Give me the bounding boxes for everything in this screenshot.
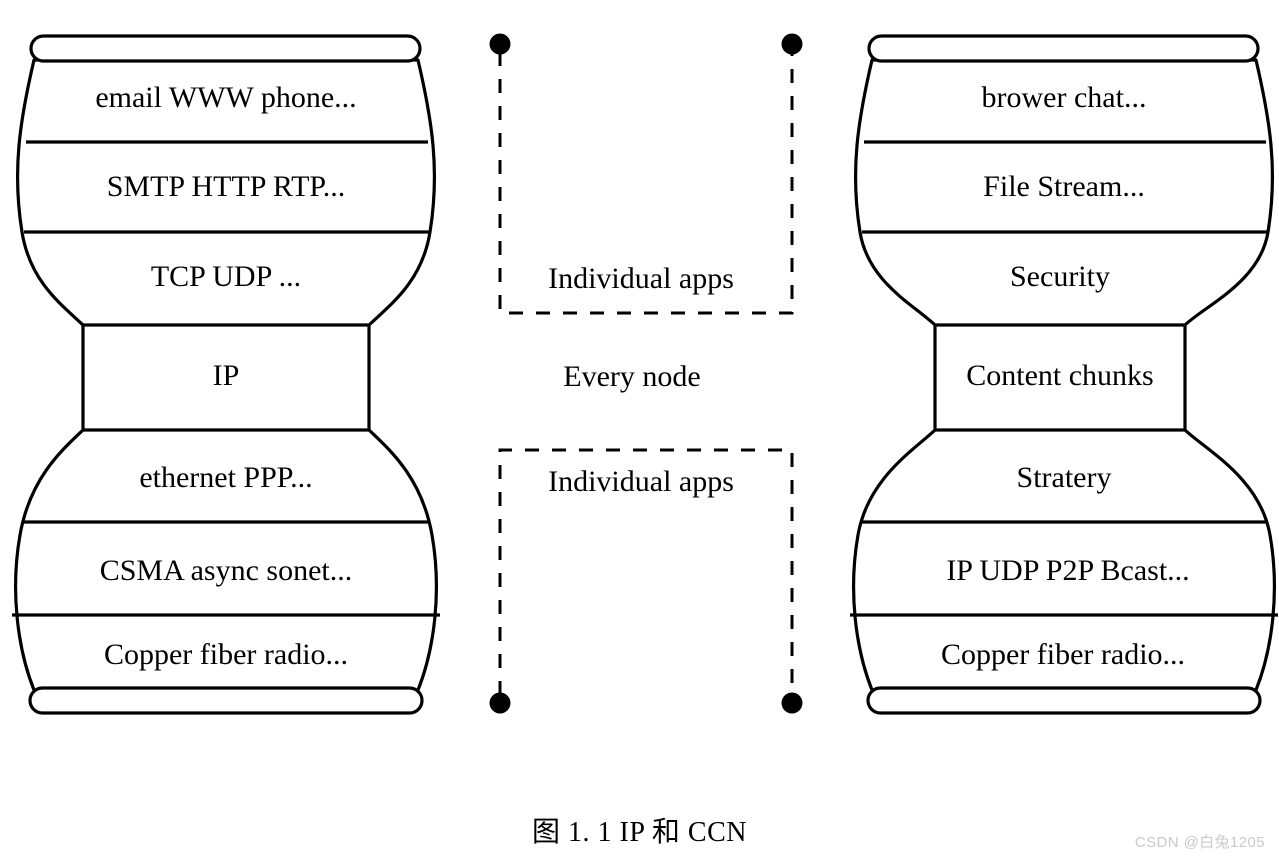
middle-annotations: Individual apps Every node Individual ap…: [489, 33, 803, 714]
csdn-watermark: CSDN @白兔1205: [1134, 834, 1265, 851]
right-layer-label-5: Stratery: [1017, 461, 1112, 494]
left-bottom-cap: [28, 686, 424, 715]
right-hourglass: brower chat... File Stream... Security C…: [850, 34, 1278, 715]
left-hourglass: email WWW phone... SMTP HTTP RTP... TCP …: [12, 34, 440, 715]
right-layer-label-7: Copper fiber radio...: [941, 638, 1185, 671]
right-layer-label-1: brower chat...: [982, 81, 1147, 114]
top-bracket-label: Individual apps: [548, 262, 734, 295]
left-layer-label-6: CSMA async sonet...: [100, 554, 353, 587]
left-layer-label-7: Copper fiber radio...: [104, 638, 348, 671]
bottom-bracket-dot-right: [781, 692, 803, 714]
right-layer-label-3: Security: [1010, 260, 1110, 293]
top-bracket-dot-right: [781, 33, 803, 55]
left-layer-label-2: SMTP HTTP RTP...: [107, 170, 346, 203]
ip-ccn-hourglass-diagram: email WWW phone... SMTP HTTP RTP... TCP …: [12, 33, 1278, 715]
left-layer-label-5: ethernet PPP...: [139, 461, 312, 494]
bottom-bracket-label: Individual apps: [548, 465, 734, 498]
top-bracket-dot-left: [489, 33, 511, 55]
figure-caption: 图 1. 1 IP 和 CCN: [532, 817, 747, 848]
right-top-cap: [867, 34, 1260, 63]
right-layer-label-6: IP UDP P2P Bcast...: [946, 554, 1189, 587]
bottom-bracket-dot-left: [489, 692, 511, 714]
left-top-cap: [29, 34, 422, 63]
right-layer-label-2: File Stream...: [983, 170, 1145, 203]
left-layer-label-3: TCP UDP ...: [151, 260, 301, 293]
right-layer-label-waist: Content chunks: [966, 359, 1154, 392]
left-layer-label-1: email WWW phone...: [95, 81, 356, 114]
left-layer-label-waist: IP: [213, 359, 240, 392]
every-node-label: Every node: [563, 360, 700, 393]
right-bottom-cap: [866, 686, 1262, 715]
